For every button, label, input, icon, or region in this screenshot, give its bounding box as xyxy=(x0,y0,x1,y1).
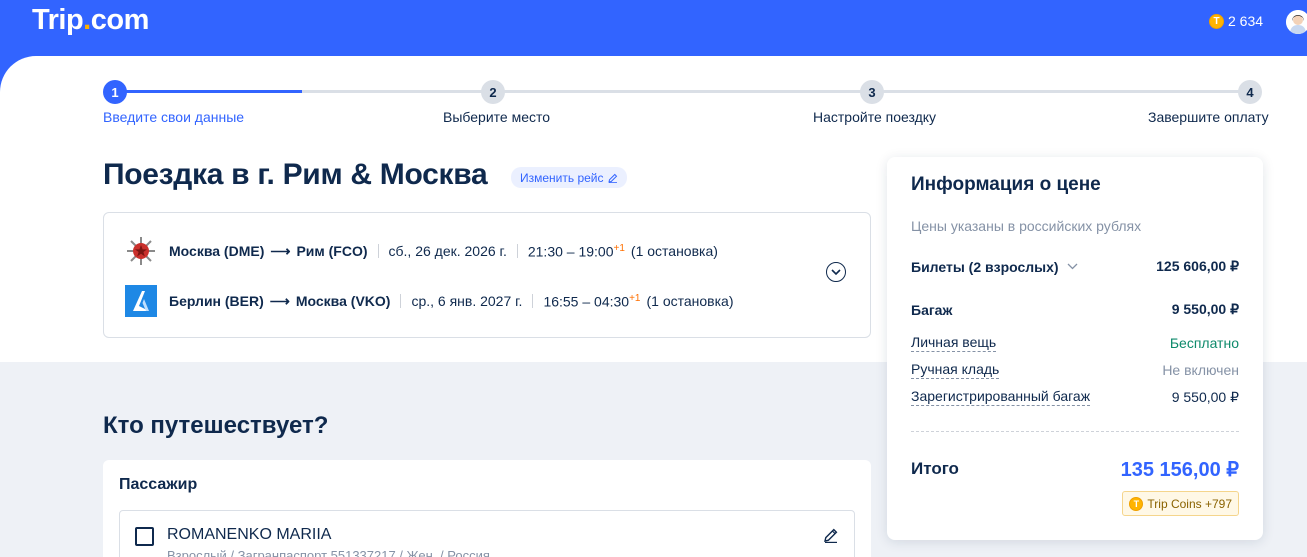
step-line xyxy=(302,90,493,93)
price-divider xyxy=(911,431,1239,432)
flight-date: сб., 26 дек. 2026 г. xyxy=(388,243,507,259)
divider xyxy=(532,294,534,308)
chevron-down-icon xyxy=(831,268,841,275)
baggage-row: Багаж 9 550,00 ₽ xyxy=(911,301,1239,318)
change-flight-label: Изменить рейс xyxy=(520,170,604,185)
step-2-label: Выберите место xyxy=(443,109,551,125)
passenger-checkbox[interactable] xyxy=(135,527,154,546)
flight-time: 16:55 – 04:30+1 xyxy=(543,292,641,310)
coins-count: 2 634 xyxy=(1228,13,1264,29)
carry-on-value: Не включен xyxy=(1162,362,1239,378)
personal-item-label[interactable]: Личная вещь xyxy=(911,334,997,352)
total-label: Итого xyxy=(911,459,959,478)
user-avatar-icon xyxy=(1286,10,1307,34)
change-flight-button[interactable]: Изменить рейс xyxy=(511,167,627,188)
route-from: Москва (DME) xyxy=(169,243,265,259)
step-2-dot: 2 xyxy=(481,80,505,104)
trip-coins-balance[interactable]: T 2 634 xyxy=(1209,13,1263,29)
coin-icon: T xyxy=(1129,496,1144,511)
step-4-label: Завершите оплату xyxy=(1148,109,1269,125)
chevron-down-icon[interactable] xyxy=(1067,263,1078,270)
step-line xyxy=(872,90,1250,93)
personal-item-value: Бесплатно xyxy=(1169,335,1239,351)
step-1-dot: 1 xyxy=(103,80,127,104)
flight-summary-card: Москва (DME) ⟶ Рим (FCO) сб., 26 дек. 20… xyxy=(103,212,871,338)
step-3-label: Настройте поездку xyxy=(813,109,937,125)
divider xyxy=(377,244,379,258)
total-value: 135 156,00 ₽ xyxy=(1120,459,1239,481)
page-title: Поездка в г. Рим & Москва xyxy=(103,158,488,191)
divider xyxy=(400,294,402,308)
flight-stops: (1 остановка) xyxy=(646,293,734,309)
passenger-card: Пассажир ROMANENKO MARIIA Взрослый / Заг… xyxy=(103,460,871,557)
baggage-value: 9 550,00 ₽ xyxy=(1171,301,1239,317)
checked-baggage-row: Зарегистрированный багаж 9 550,00 ₽ xyxy=(911,388,1239,406)
route-to: Рим (FCO) xyxy=(296,243,368,259)
trip-coins-badge: T Trip Coins +797 xyxy=(1122,491,1239,516)
avatar[interactable] xyxy=(1286,10,1307,34)
passenger-name: ROMANENKO MARIIA xyxy=(167,526,332,543)
checked-baggage-value: 9 550,00 ₽ xyxy=(1171,388,1239,405)
step-3-dot: 3 xyxy=(860,80,884,104)
step-line xyxy=(493,90,872,93)
passenger-item[interactable]: ROMANENKO MARIIA Взрослый / Загранпаспор… xyxy=(119,510,855,557)
arrow-right-icon: ⟶ xyxy=(269,292,290,309)
divider xyxy=(516,244,518,258)
price-info-card: Информация о цене Цены указаны в российс… xyxy=(887,157,1263,540)
price-title: Информация о цене xyxy=(911,174,1101,195)
carry-on-label[interactable]: Ручная кладь xyxy=(911,361,1000,379)
flight-row-return: Берлин (BER) ⟶ Москва (VKO) ср., 6 янв. … xyxy=(125,285,734,317)
travellers-heading: Кто путешествует? xyxy=(103,412,329,439)
price-currency-note: Цены указаны в российских рублях xyxy=(911,218,1142,234)
edit-pencil-icon[interactable] xyxy=(823,527,839,543)
carry-on-row: Ручная кладь Не включен xyxy=(911,361,1239,379)
baggage-label: Багаж xyxy=(911,301,953,318)
flight-stops: (1 остановка) xyxy=(630,243,718,259)
tickets-label: Билеты (2 взрослых) xyxy=(911,258,1059,275)
flight-time: 21:30 – 19:00+1 xyxy=(527,242,625,260)
tickets-row[interactable]: Билеты (2 взрослых) 125 606,00 ₽ xyxy=(911,258,1239,275)
checked-baggage-label[interactable]: Зарегистрированный багаж xyxy=(911,388,1091,406)
flight-row-outbound: Москва (DME) ⟶ Рим (FCO) сб., 26 дек. 20… xyxy=(125,235,718,267)
passenger-card-title: Пассажир xyxy=(119,476,198,493)
trip-logo[interactable]: Trip.com xyxy=(32,4,149,37)
step-line-progress xyxy=(115,90,302,93)
tickets-value: 125 606,00 ₽ xyxy=(1156,258,1239,274)
red-star-airline-logo-icon xyxy=(125,235,157,267)
passenger-details: Взрослый / Загранпаспорт 551337217 / Жен… xyxy=(167,548,490,557)
coin-icon: T xyxy=(1209,13,1224,29)
route-from: Берлин (BER) xyxy=(169,293,264,309)
blue-a-airline-logo-icon xyxy=(125,285,157,317)
arrow-right-icon: ⟶ xyxy=(270,242,291,259)
trip-coins-label: Trip Coins +797 xyxy=(1147,496,1232,511)
step-1-label: Введите свои данные xyxy=(103,109,245,125)
pencil-icon xyxy=(607,173,617,183)
route-to: Москва (VKO) xyxy=(295,293,391,309)
flight-date: ср., 6 янв. 2027 г. xyxy=(411,293,523,309)
step-4-dot: 4 xyxy=(1238,80,1262,104)
expand-flights-button[interactable] xyxy=(826,262,846,282)
personal-item-row: Личная вещь Бесплатно xyxy=(911,334,1239,352)
